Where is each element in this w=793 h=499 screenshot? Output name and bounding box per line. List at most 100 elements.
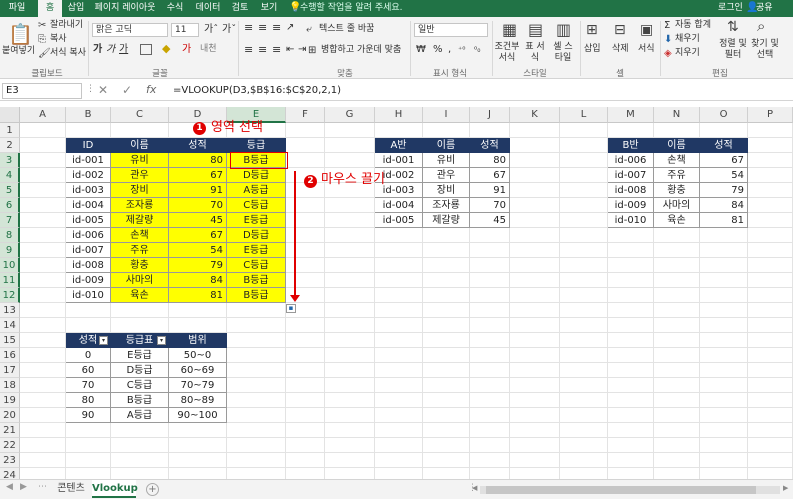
filter-dropdown-icon[interactable]: ▾ xyxy=(157,336,166,345)
filter-dropdown-icon[interactable]: ▾ xyxy=(99,336,108,345)
table-icon[interactable]: ▤ xyxy=(528,22,543,38)
comma-icon[interactable]: , xyxy=(448,44,451,55)
table-cell[interactable]: E등급 xyxy=(111,348,169,363)
table-cell[interactable]: id-006 xyxy=(608,153,654,168)
table-cell[interactable]: 54 xyxy=(700,168,748,183)
row-header-6[interactable]: 6 xyxy=(0,198,20,213)
insert-function-icon[interactable]: fx xyxy=(146,83,156,96)
row-header-15[interactable]: 15 xyxy=(0,333,20,348)
tab-review[interactable]: 검토 xyxy=(228,0,252,17)
table-header-cell[interactable]: ID xyxy=(66,138,111,153)
table-cell[interactable]: id-004 xyxy=(375,198,423,213)
table-cell[interactable]: 사마의 xyxy=(111,273,169,288)
table-cell[interactable]: 67 xyxy=(700,153,748,168)
find-select-button[interactable]: 찾기 및 선택 xyxy=(750,39,780,61)
table-cell[interactable]: id-003 xyxy=(66,183,111,198)
table-cell[interactable]: 91 xyxy=(470,183,510,198)
tab-data[interactable]: 데이터 xyxy=(193,0,223,17)
delete-button[interactable]: 삭제 xyxy=(612,44,629,55)
delete-cells-icon[interactable]: ⊟ xyxy=(614,23,626,37)
table-header-cell[interactable]: A반 xyxy=(375,138,423,153)
decrease-indent-icon[interactable]: ⇤ xyxy=(286,44,294,55)
phonetic-icon[interactable]: 내천 xyxy=(200,44,217,55)
table-cell[interactable]: 70 xyxy=(66,378,111,393)
paste-button[interactable]: 붙여넣기 xyxy=(2,46,35,57)
column-header-B[interactable]: B xyxy=(66,107,111,123)
scrollbar-thumb[interactable] xyxy=(486,486,756,494)
table-cell[interactable]: 유비 xyxy=(423,153,470,168)
scroll-left-arrow-icon[interactable]: ◀ xyxy=(472,484,477,492)
row-header-3[interactable]: 3 xyxy=(0,153,20,168)
align-top-icon[interactable]: ≡ xyxy=(244,22,253,33)
table-cell[interactable]: 0 xyxy=(66,348,111,363)
fill-button[interactable]: 채우기 xyxy=(675,34,700,45)
table-cell[interactable]: 60~69 xyxy=(169,363,227,378)
cell-style-button[interactable]: 셀 스타일 xyxy=(550,42,576,64)
table-header-cell[interactable]: B반 xyxy=(608,138,654,153)
clipboard-icon[interactable]: 📋 xyxy=(8,23,33,45)
brush-icon[interactable]: 🖌 xyxy=(38,47,51,61)
increase-indent-icon[interactable]: ⇥ xyxy=(298,44,306,55)
table-cell[interactable]: id-001 xyxy=(66,153,111,168)
table-cell[interactable]: 54 xyxy=(169,243,227,258)
clear-button[interactable]: 지우기 xyxy=(675,48,700,59)
orientation-icon[interactable]: ↗ xyxy=(286,22,294,33)
table-cell[interactable]: 67 xyxy=(169,168,227,183)
table-cell[interactable]: B등급 xyxy=(227,273,286,288)
eraser-icon[interactable]: ◈ xyxy=(664,48,672,59)
table-cell[interactable]: 60 xyxy=(66,363,111,378)
column-header-L[interactable]: L xyxy=(560,107,608,123)
table-cell[interactable]: 조자룡 xyxy=(111,198,169,213)
row-header-16[interactable]: 16 xyxy=(0,348,20,363)
scroll-left-icon[interactable]: ◀ xyxy=(6,482,13,492)
login-link[interactable]: 로그인 xyxy=(718,0,743,17)
table-cell[interactable]: id-007 xyxy=(66,243,111,258)
wrap-text-icon[interactable]: ⤶ xyxy=(306,24,312,35)
autofill-options-icon[interactable]: ▪ xyxy=(286,304,296,313)
tab-file[interactable]: 파일 xyxy=(4,0,30,17)
align-middle-icon[interactable]: ≡ xyxy=(258,22,267,33)
currency-icon[interactable]: ₩ xyxy=(416,44,426,55)
table-cell[interactable]: 황충 xyxy=(654,183,700,198)
table-cell[interactable]: 79 xyxy=(700,183,748,198)
cancel-icon[interactable]: ✕ xyxy=(98,83,108,97)
decrease-decimal-icon[interactable]: ⁰₀ xyxy=(474,44,480,55)
table-cell[interactable]: B등급 xyxy=(111,393,169,408)
table-cell[interactable]: 손책 xyxy=(111,228,169,243)
grow-font-icon[interactable]: 가ˆ xyxy=(204,24,218,35)
check-icon[interactable]: ✓ xyxy=(122,83,132,97)
table-cell[interactable]: id-008 xyxy=(66,258,111,273)
row-header-12[interactable]: 12 xyxy=(0,288,20,303)
table-cell[interactable]: D등급 xyxy=(227,168,286,183)
table-cell[interactable]: id-005 xyxy=(375,213,423,228)
column-header-H[interactable]: H xyxy=(375,107,423,123)
font-color-icon[interactable]: 가 xyxy=(182,44,191,55)
table-cell[interactable]: id-009 xyxy=(608,198,654,213)
table-cell[interactable]: 육손 xyxy=(111,288,169,303)
column-header-G[interactable]: G xyxy=(325,107,375,123)
table-header-cell[interactable]: 이름 xyxy=(654,138,700,153)
table-cell[interactable]: 67 xyxy=(470,168,510,183)
table-cell[interactable]: 장비 xyxy=(111,183,169,198)
table-cell[interactable]: id-006 xyxy=(66,228,111,243)
column-header-A[interactable]: A xyxy=(20,107,66,123)
autosum-icon[interactable]: Σ xyxy=(664,20,670,31)
horizontal-scrollbar[interactable] xyxy=(480,486,780,494)
conditional-format-icon[interactable]: ▦ xyxy=(502,22,517,38)
add-sheet-icon[interactable]: + xyxy=(146,483,159,496)
sort-filter-button[interactable]: 정렬 및 필터 xyxy=(719,39,747,61)
table-cell[interactable]: 90 xyxy=(66,408,111,423)
merge-center-button[interactable]: 병합하고 가운데 맞춤 xyxy=(321,45,401,56)
row-header-17[interactable]: 17 xyxy=(0,363,20,378)
table-header-cell[interactable]: 성적 xyxy=(169,138,227,153)
share-button[interactable]: 공유 xyxy=(756,0,773,17)
bold-icon[interactable]: 가 xyxy=(93,44,102,55)
column-header-M[interactable]: M xyxy=(608,107,654,123)
table-cell[interactable]: 주유 xyxy=(654,168,700,183)
column-header-K[interactable]: K xyxy=(510,107,560,123)
sheet-tab-vlookup[interactable]: Vlookup xyxy=(92,480,138,498)
find-icon[interactable]: ⌕ xyxy=(757,19,765,34)
name-box[interactable]: E3 xyxy=(2,83,82,99)
select-all-corner[interactable] xyxy=(0,107,20,123)
table-cell[interactable]: 67 xyxy=(169,228,227,243)
